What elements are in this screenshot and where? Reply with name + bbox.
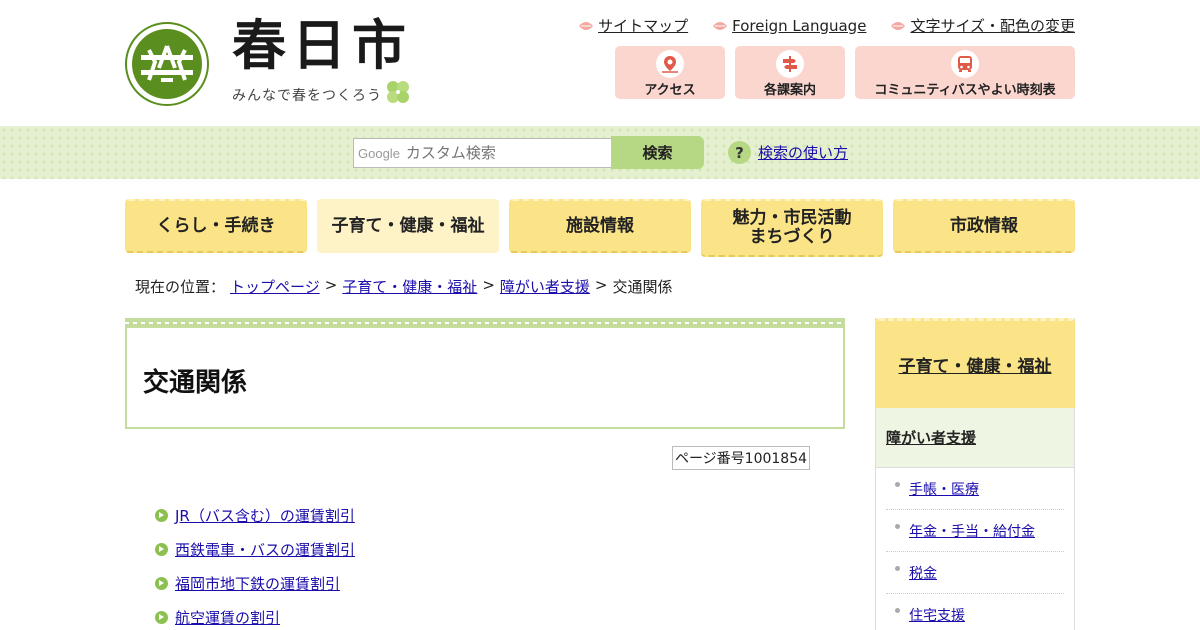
city-logo-icon[interactable] [125, 22, 209, 106]
map-pin-icon [656, 50, 684, 78]
breadcrumb-prefix: 現在の位置： [135, 278, 226, 296]
breadcrumb-disability-support[interactable]: 障がい者支援 [500, 276, 590, 297]
leaf-icon [713, 21, 728, 30]
list-item: 福岡市地下鉄の運賃割引 [155, 566, 355, 600]
site-tagline: みんなで春をつくろう [232, 88, 382, 104]
dot-icon [895, 566, 900, 571]
breadcrumb-separator: > [594, 276, 608, 294]
breadcrumb-childcare[interactable]: 子育て・健康・福祉 [342, 276, 477, 297]
sidebar-item-link[interactable]: 税金 [909, 563, 937, 583]
access-button[interactable]: アクセス [615, 46, 725, 99]
arrow-bullet-icon [155, 508, 168, 522]
signpost-icon [776, 50, 804, 78]
leaf-icon [891, 21, 906, 30]
quick-buttons: アクセス 各課案内 コミュニティバスやよい時刻表 [615, 46, 1075, 99]
arrow-bullet-icon [155, 576, 168, 590]
sidebar-item-link[interactable]: 年金・手当・給付金 [909, 521, 1035, 541]
sidebar-item: 税金 [886, 552, 1064, 594]
page-number: ページ番号1001854 [672, 446, 810, 470]
sitemap-link[interactable]: サイトマップ [578, 15, 688, 36]
community-bus-button[interactable]: コミュニティバスやよい時刻表 [855, 46, 1075, 99]
sidebar-list: 手帳・医療 年金・手当・給付金 税金 住宅支援 [886, 468, 1064, 630]
breadcrumb-current: 交通関係 [612, 278, 673, 296]
google-label: Google [358, 145, 400, 161]
text-size-color-label: 文字サイズ・配色の変更 [910, 17, 1075, 35]
breadcrumb: 現在の位置： トップページ > 子育て・健康・福祉 > 障がい者支援 > 交通関… [135, 276, 673, 297]
heading-stripe [125, 318, 845, 328]
content-link-list: JR（バス含む）の運賃割引 西鉄電車・バスの運賃割引 福岡市地下鉄の運賃割引 航… [155, 498, 355, 630]
leaf-icon [579, 21, 594, 30]
search-input[interactable] [405, 144, 596, 162]
page-title: 交通関係 [143, 368, 248, 398]
nav-childcare-health-welfare[interactable]: 子育て・健康・福祉 [317, 199, 499, 253]
breadcrumb-top[interactable]: トップページ [230, 276, 320, 297]
dot-icon [895, 482, 900, 487]
search-box: Google [353, 138, 612, 168]
sidebar-heading-link[interactable]: 子育て・健康・福祉 [899, 352, 1052, 377]
bus-icon [951, 50, 979, 78]
sidebar-item-link[interactable]: 住宅支援 [909, 605, 965, 625]
list-item: 西鉄電車・バスの運賃割引 [155, 532, 355, 566]
global-nav: くらし・手続き 子育て・健康・福祉 施設情報 魅力・市民活動 まちづくり 市政情… [125, 199, 1075, 257]
utility-links: サイトマップ Foreign Language 文字サイズ・配色の変更 [578, 15, 1075, 36]
help-icon[interactable]: ? [728, 141, 751, 164]
breadcrumb-separator: > [324, 276, 338, 294]
access-label: アクセス [644, 83, 696, 98]
nav-living-procedures[interactable]: くらし・手続き [125, 199, 307, 253]
nav-attractions-community[interactable]: 魅力・市民活動 まちづくり [701, 199, 883, 257]
foreign-language-label: Foreign Language [732, 16, 867, 35]
community-bus-label: コミュニティバスやよい時刻表 [874, 83, 1056, 98]
sidebar-subheading: 障がい者支援 [876, 408, 1074, 468]
dot-icon [895, 608, 900, 613]
breadcrumb-separator: > [482, 276, 495, 294]
list-item: JR（バス含む）の運賃割引 [155, 498, 355, 532]
content-link[interactable]: 福岡市地下鉄の運賃割引 [175, 573, 340, 594]
search-help-link[interactable]: 検索の使い方 [758, 142, 848, 163]
search-button[interactable]: 検索 [611, 136, 704, 169]
sidebar-subheading-link[interactable]: 障がい者支援 [886, 427, 976, 448]
content-link[interactable]: 航空運賃の割引 [175, 607, 280, 628]
foreign-language-link[interactable]: Foreign Language [712, 15, 866, 36]
sidebar-item: 手帳・医療 [886, 468, 1064, 510]
sidebar-item: 住宅支援 [886, 594, 1064, 630]
arrow-bullet-icon [155, 542, 168, 556]
clover-icon [387, 81, 409, 103]
list-item: 航空運賃の割引 [155, 600, 355, 630]
content-link[interactable]: JR（バス含む）の運賃割引 [175, 505, 355, 526]
site-title[interactable]: 春日市 [232, 16, 412, 76]
arrow-bullet-icon [155, 610, 168, 624]
sitemap-label: サイトマップ [598, 17, 689, 35]
content-link[interactable]: 西鉄電車・バスの運賃割引 [175, 539, 355, 560]
department-guide-label: 各課案内 [763, 83, 816, 98]
sidebar-item: 年金・手当・給付金 [886, 510, 1064, 552]
text-size-color-link[interactable]: 文字サイズ・配色の変更 [890, 15, 1075, 36]
nav-city-government[interactable]: 市政情報 [893, 199, 1075, 253]
sidebar-heading: 子育て・健康・福祉 [875, 318, 1075, 408]
nav-facilities[interactable]: 施設情報 [509, 199, 691, 253]
dot-icon [895, 524, 900, 529]
department-guide-button[interactable]: 各課案内 [735, 46, 845, 99]
sidebar-item-link[interactable]: 手帳・医療 [909, 479, 979, 499]
